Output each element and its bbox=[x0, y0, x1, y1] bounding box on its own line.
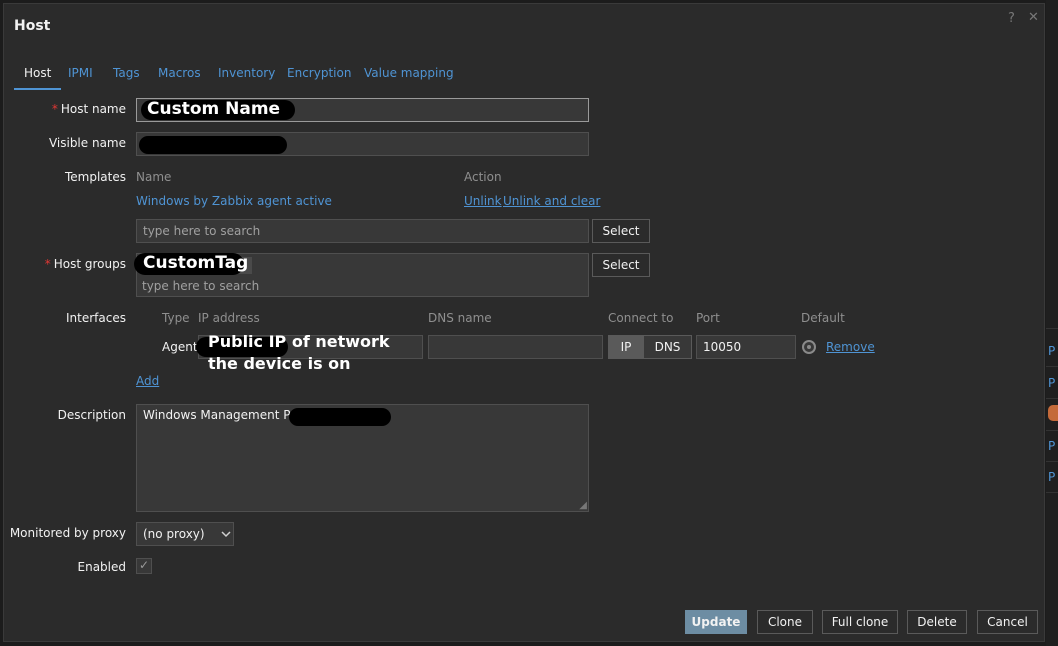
enabled-label: Enabled bbox=[77, 560, 127, 574]
template-search-input[interactable]: type here to search bbox=[136, 219, 589, 243]
proxy-label: Monitored by proxy bbox=[9, 526, 126, 540]
cancel-button[interactable]: Cancel bbox=[977, 610, 1038, 634]
enabled-checkbox[interactable]: ✓ bbox=[136, 558, 152, 574]
tab-bar: Host IPMI Tags Macros Inventory Encrypti… bbox=[14, 62, 1038, 90]
iface-col-connect: Connect to bbox=[608, 311, 674, 325]
check-icon: ✓ bbox=[139, 558, 150, 572]
background-link: P bbox=[1048, 344, 1056, 358]
tab-macros[interactable]: Macros bbox=[158, 66, 201, 80]
delete-button[interactable]: Delete bbox=[907, 610, 967, 634]
visible-name-label: Visible name bbox=[48, 136, 126, 150]
templates-label: Templates bbox=[64, 170, 126, 184]
background-page-strip: P P P P bbox=[1046, 0, 1058, 646]
interfaces-label: Interfaces bbox=[66, 311, 126, 325]
help-icon[interactable]: ? bbox=[1008, 11, 1015, 26]
host-groups-label: * Host groups bbox=[6, 257, 126, 271]
resize-handle-icon[interactable]: ◢ bbox=[579, 501, 587, 511]
description-value: Windows Management PC i bbox=[143, 408, 307, 422]
host-group-select-button[interactable]: Select bbox=[592, 253, 650, 277]
full-clone-button[interactable]: Full clone bbox=[822, 610, 898, 634]
iface-col-dns: DNS name bbox=[428, 311, 492, 325]
visible-name-input[interactable] bbox=[136, 132, 589, 156]
tab-ipmi[interactable]: IPMI bbox=[68, 66, 93, 80]
chevron-down-icon bbox=[221, 531, 231, 538]
unlink-and-clear-link[interactable]: Unlink and clear bbox=[503, 194, 600, 208]
remove-interface-link[interactable]: Remove bbox=[826, 340, 875, 354]
iface-col-type: Type bbox=[162, 311, 190, 325]
update-button[interactable]: Update bbox=[685, 610, 747, 634]
template-search-placeholder: type here to search bbox=[143, 224, 261, 238]
unlink-link[interactable]: Unlink bbox=[464, 194, 502, 208]
tab-value-mapping[interactable]: Value mapping bbox=[364, 66, 454, 80]
default-interface-radio[interactable] bbox=[802, 340, 816, 354]
iface-col-ip: IP address bbox=[198, 311, 260, 325]
host-name-label-text: Host name bbox=[60, 102, 126, 116]
required-mark: * bbox=[51, 102, 58, 116]
tab-inventory[interactable]: Inventory bbox=[218, 66, 275, 80]
host-groups-label-text: Host groups bbox=[53, 257, 126, 271]
description-label: Description bbox=[57, 408, 126, 422]
proxy-select[interactable]: (no proxy) bbox=[136, 522, 234, 546]
host-dialog: Host ? ✕ Host IPMI Tags Macros Inventory… bbox=[3, 3, 1045, 642]
host-name-label: * Host name bbox=[6, 102, 126, 116]
iface-dns-input[interactable] bbox=[428, 335, 603, 359]
iface-type: Agent bbox=[162, 340, 198, 354]
templates-col-action: Action bbox=[464, 170, 502, 184]
background-link: P bbox=[1048, 376, 1056, 390]
background-link: P bbox=[1048, 439, 1056, 453]
host-name-input[interactable]: Custom Name bbox=[136, 98, 589, 122]
close-icon[interactable]: ✕ bbox=[1028, 10, 1039, 25]
proxy-selected-value: (no proxy) bbox=[143, 527, 205, 541]
iface-col-port: Port bbox=[696, 311, 720, 325]
background-link: P bbox=[1048, 470, 1056, 484]
tab-encryption[interactable]: Encryption bbox=[287, 66, 351, 80]
add-interface-link[interactable]: Add bbox=[136, 374, 159, 388]
iface-port-input[interactable]: 10050 bbox=[696, 335, 796, 359]
tab-tags[interactable]: Tags bbox=[113, 66, 140, 80]
background-badge bbox=[1048, 405, 1058, 421]
redaction-mark bbox=[289, 408, 391, 426]
required-mark: * bbox=[44, 257, 51, 271]
host-groups-multiselect[interactable]: CustomTag type here to search bbox=[134, 251, 589, 297]
template-select-button[interactable]: Select bbox=[592, 219, 650, 243]
host-group-chip[interactable]: CustomTag bbox=[143, 251, 248, 275]
clone-button[interactable]: Clone bbox=[757, 610, 813, 634]
template-link[interactable]: Windows by Zabbix agent active bbox=[136, 194, 332, 208]
host-group-search-placeholder: type here to search bbox=[142, 279, 260, 293]
iface-ip-annotation: Public IP of network the device is on bbox=[208, 332, 390, 373]
connect-dns-button[interactable]: DNS bbox=[643, 335, 692, 359]
dialog-title: Host bbox=[14, 18, 51, 34]
tab-host[interactable]: Host bbox=[24, 66, 51, 80]
active-tab-indicator bbox=[14, 88, 61, 90]
host-name-value: Custom Name bbox=[147, 99, 281, 119]
connect-ip-button[interactable]: IP bbox=[608, 335, 644, 359]
iface-col-default: Default bbox=[801, 311, 845, 325]
description-textarea[interactable]: Windows Management PC i ◢ bbox=[136, 404, 589, 512]
redaction-mark bbox=[139, 136, 287, 154]
templates-col-name: Name bbox=[136, 170, 172, 184]
